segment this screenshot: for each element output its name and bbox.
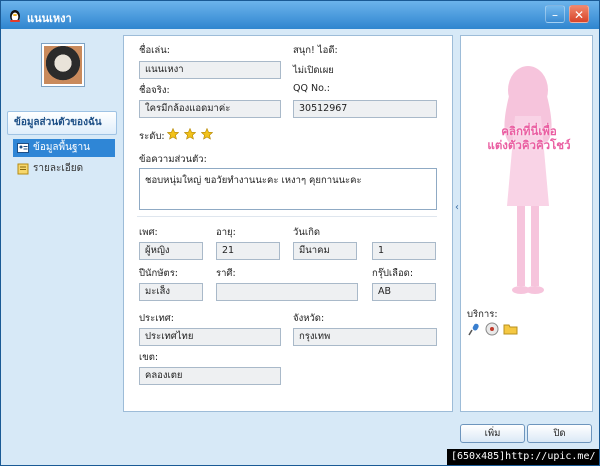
birth-month-field[interactable]: มีนาคม [293, 242, 357, 260]
minimize-button[interactable]: – [545, 5, 565, 23]
gender-label: เพศ: [139, 227, 158, 238]
sidebar-item-details[interactable]: รายละเอียด [13, 160, 115, 178]
star-icon [201, 128, 213, 140]
qq-number-field[interactable]: 30512967 [293, 100, 437, 118]
title-bar[interactable]: แนนเหงา – ✕ [1, 1, 599, 29]
sidebar-header[interactable]: ข้อมูลส่วนตัวของฉัน [7, 111, 117, 135]
sidebar-item-label: ข้อมูลพื้นฐาน [33, 142, 90, 153]
details-icon [17, 163, 29, 175]
province-field[interactable]: กรุงเทพ [293, 328, 437, 346]
penguin-icon [10, 10, 20, 22]
birth-day-field[interactable]: 1 [372, 242, 436, 260]
birthday-label: วันเกิด [293, 227, 320, 238]
services-label: บริการ: [467, 309, 498, 320]
country-label: ประเทศ: [139, 313, 174, 324]
district-field[interactable]: คลองเตย [139, 367, 281, 385]
add-button[interactable]: เพิ่ม [460, 424, 525, 443]
folder-icon[interactable] [503, 322, 518, 336]
music-disc-icon[interactable] [485, 322, 499, 336]
star-icon [167, 128, 179, 140]
sidebar-item-label: รายละเอียด [33, 163, 84, 174]
country-field[interactable]: ประเทศไทย [139, 328, 281, 346]
section-divider [137, 216, 437, 217]
star-icon [184, 128, 196, 140]
profile-window: แนนเหงา – ✕ ข้อมูลส่วนตัวของฉัน ข้อมูลพื… [0, 0, 600, 466]
qq-label: QQ No.: [293, 83, 330, 94]
level-label: ระดับ: [139, 131, 165, 142]
window-title: แนนเหงา [27, 12, 72, 25]
blood-type-field[interactable]: AB [372, 283, 436, 301]
avatar-image [44, 46, 82, 84]
promo-line-1: คลิกที่นี่เพื่อ [501, 124, 557, 138]
microphone-icon[interactable] [467, 322, 481, 336]
avatar-silhouette[interactable] [493, 56, 563, 306]
star-sign-field[interactable] [216, 283, 358, 301]
qq-show-panel: คลิกที่นี่เพื่อ แต่งตัวคิวคิวโชว์ บริการ… [460, 35, 593, 412]
promo-link[interactable]: คลิกที่นี่เพื่อ แต่งตัวคิวคิวโชว์ [479, 124, 579, 152]
promo-line-2: แต่งตัวคิวคิวโชว์ [487, 138, 571, 152]
sidebar-item-basic-info[interactable]: ข้อมูลพื้นฐาน [13, 139, 115, 157]
gender-field[interactable]: ผู้หญิง [139, 242, 203, 260]
avatar[interactable] [41, 43, 85, 87]
real-name-field[interactable]: ใครมีกล้องแอดมาค่ะ [139, 100, 281, 118]
fun-id-label: สนุก! ไอดี: [293, 45, 338, 56]
id-card-icon [17, 143, 29, 153]
about-textarea[interactable]: ชอบหนุ่มใหญ่ ขอวัยทำงานนะคะ เหงาๆ คุยกาน… [139, 168, 437, 210]
age-label: อายุ: [216, 227, 236, 238]
nickname-label: ชื่อเล่น: [139, 45, 170, 56]
age-field[interactable]: 21 [216, 242, 280, 260]
about-label: ข้อความส่วนตัว: [139, 154, 207, 165]
district-label: เขต: [139, 352, 159, 363]
province-label: จังหวัด: [293, 313, 325, 324]
zodiac-year-field[interactable]: มะเส็ง [139, 283, 203, 301]
star-sign-label: ราศี: [216, 268, 236, 279]
watermark-caption: [650x485]http://upic.me/ [447, 449, 599, 465]
nickname-field[interactable]: แนนเหงา [139, 61, 281, 79]
real-name-label: ชื่อจริง: [139, 85, 170, 96]
blood-type-label: กรุ๊ปเลือด: [372, 268, 414, 279]
close-button[interactable]: ปิด [527, 424, 592, 443]
zodiac-year-label: ปีนักษัตร: [139, 268, 179, 279]
profile-form [123, 35, 453, 412]
close-window-button[interactable]: ✕ [569, 5, 589, 23]
fun-id-value: ไม่เปิดเผย [293, 65, 334, 76]
